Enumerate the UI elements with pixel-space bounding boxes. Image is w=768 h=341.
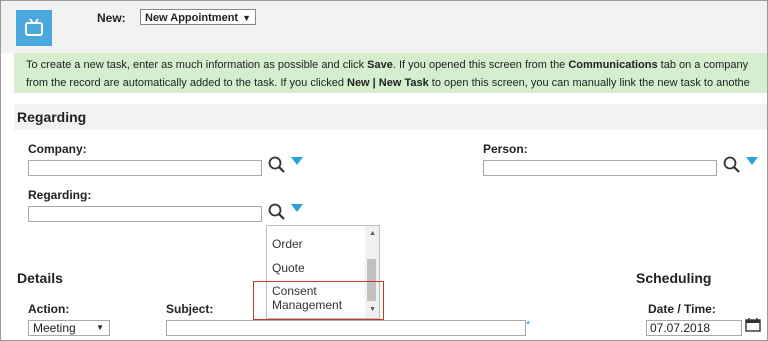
action-select-value: Meeting: [33, 321, 76, 335]
new-type-select[interactable]: New Appointment ▼: [140, 9, 256, 25]
company-triangle-down-icon[interactable]: [291, 157, 303, 165]
calendar-icon[interactable]: [745, 318, 761, 332]
info-text: to open this screen, you can manually li…: [428, 77, 750, 89]
info-line-1: To create a new task, enter as much info…: [26, 56, 767, 74]
regarding-input[interactable]: [28, 206, 262, 222]
info-text: tab on a company: [657, 59, 749, 71]
info-text: To create a new task, enter as much info…: [26, 59, 368, 71]
scheduling-section-header: Scheduling: [636, 270, 712, 286]
info-text: from the record are automatically added …: [26, 77, 347, 89]
regarding-search-icon[interactable]: [267, 202, 287, 222]
regarding-triangle-down-icon[interactable]: [291, 204, 303, 212]
regarding-section-header: Regarding: [14, 104, 767, 130]
info-bold-save: Save: [367, 59, 393, 71]
company-search-icon[interactable]: [267, 155, 287, 175]
scroll-up-icon[interactable]: ▲: [369, 230, 376, 237]
info-text: . If you opened this screen from the: [392, 59, 569, 71]
company-label: Company:: [28, 142, 87, 156]
subject-label: Subject:: [166, 302, 214, 316]
info-bold-new-task: New | New Task: [347, 77, 429, 89]
company-input[interactable]: [28, 160, 262, 176]
regarding-section-body: [14, 130, 767, 252]
header-bar: New: New Appointment ▼: [1, 1, 767, 53]
info-banner: To create a new task, enter as much info…: [14, 53, 767, 93]
highlight-box: [253, 281, 384, 320]
regarding-label: Regarding:: [28, 188, 92, 202]
info-bold-communications: Communications: [568, 59, 658, 71]
person-triangle-down-icon[interactable]: [746, 157, 758, 165]
new-label: New:: [97, 11, 126, 25]
dropdown-option-order[interactable]: Order: [272, 237, 303, 251]
chevron-down-icon: ▼: [242, 13, 251, 23]
datetime-label: Date / Time:: [648, 302, 716, 316]
tv-icon: [16, 10, 52, 46]
person-search-icon[interactable]: [722, 155, 742, 175]
date-value: 07.07.2018: [650, 321, 711, 335]
new-type-value: New Appointment: [145, 12, 239, 24]
info-line-2: from the record are automatically added …: [26, 74, 767, 92]
required-asterisk-icon: *: [526, 319, 531, 331]
subject-input[interactable]: [166, 320, 526, 336]
person-label: Person:: [483, 142, 528, 156]
person-input[interactable]: [483, 160, 717, 176]
dropdown-option-quote[interactable]: Quote: [272, 261, 305, 275]
date-input[interactable]: 07.07.2018: [646, 320, 742, 336]
action-select[interactable]: Meeting ▼: [28, 320, 110, 336]
action-label: Action:: [28, 302, 70, 316]
chevron-down-icon: ▼: [96, 323, 104, 332]
